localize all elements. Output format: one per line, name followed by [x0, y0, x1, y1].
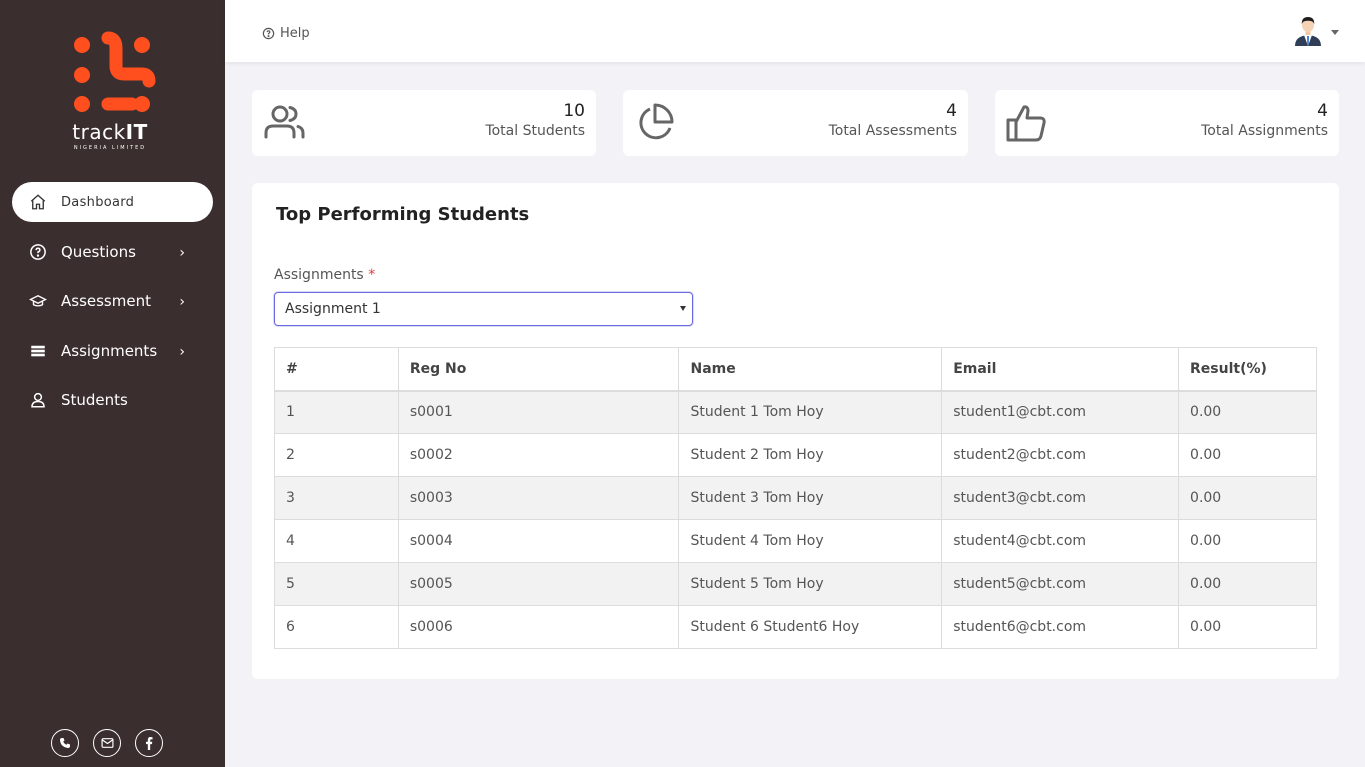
table-cell: student3@cbt.com — [941, 476, 1180, 520]
sidebar-item-label: Assignments — [61, 341, 158, 360]
stat-card-students: 10 Total Students — [252, 90, 596, 156]
column-header[interactable]: Email — [941, 347, 1180, 392]
mail-icon[interactable] — [93, 729, 121, 757]
logo-subtitle: NIGERIA LIMITED — [73, 145, 147, 151]
stat-value: 4 — [946, 101, 957, 121]
chevron-right-icon: › — [179, 244, 185, 261]
column-header[interactable]: Name — [678, 347, 943, 392]
graduation-cap-icon — [28, 291, 48, 311]
sidebar-item-label: Dashboard — [61, 194, 135, 210]
table-row[interactable]: 1 s0001 Student 1 Tom Hoy student1@cbt.c… — [274, 390, 1317, 434]
table-row[interactable]: 3 s0003 Student 3 Tom Hoy student3@cbt.c… — [274, 476, 1317, 520]
table-cell: s0001 — [397, 390, 680, 434]
assignments-field-label: Assignments * — [274, 267, 376, 283]
sidebar-item-assessment[interactable]: Assessment › — [0, 281, 225, 321]
sidebar-item-questions[interactable]: Questions › — [0, 232, 225, 272]
column-header[interactable]: # — [274, 347, 399, 392]
sidebar-nav: Dashboard Questions › Assessment › Assig… — [0, 182, 225, 430]
stat-card-assignments: 4 Total Assignments — [995, 90, 1339, 156]
table-cell: 0.00 — [1178, 390, 1317, 434]
topbar: Help — [225, 0, 1365, 62]
stat-card-assessments: 4 Total Assessments — [623, 90, 968, 156]
thumbs-up-icon — [1005, 101, 1049, 145]
table-cell: Student 3 Tom Hoy — [678, 476, 943, 520]
panel-title: Top Performing Students — [276, 204, 530, 225]
table-cell: student5@cbt.com — [941, 562, 1180, 606]
table-cell: Student 2 Tom Hoy — [678, 433, 943, 477]
table-row[interactable]: 5 s0005 Student 5 Tom Hoy student5@cbt.c… — [274, 562, 1317, 606]
stat-label: Total Assessments — [828, 123, 957, 139]
table-cell: 4 — [274, 519, 399, 563]
column-header[interactable]: Result(%) — [1178, 347, 1317, 392]
table-cell: s0002 — [397, 433, 680, 477]
table-row[interactable]: 6 s0006 Student 6 Student6 Hoy student6@… — [274, 605, 1317, 649]
table-cell: student6@cbt.com — [941, 605, 1180, 649]
table-header-row: # Reg No Name Email Result(%) — [274, 347, 1317, 392]
logo-text: trackIT — [72, 120, 148, 144]
table-cell: 0.00 — [1178, 562, 1317, 606]
users-outline-icon — [262, 101, 306, 145]
assignment-select-value: Assignment 1 — [285, 301, 381, 317]
table-cell: s0003 — [397, 476, 680, 520]
question-circle-icon — [28, 242, 48, 262]
table-cell: 2 — [274, 433, 399, 477]
pie-chart-icon — [633, 101, 677, 145]
help-link[interactable]: Help — [262, 26, 310, 41]
sidebar-item-label: Students — [61, 391, 128, 409]
social-links — [51, 729, 163, 757]
table-cell: 1 — [274, 390, 399, 434]
table-cell: Student 5 Tom Hoy — [678, 562, 943, 606]
chevron-down-icon — [680, 306, 686, 311]
table-cell: 0.00 — [1178, 476, 1317, 520]
table-cell: 0.00 — [1178, 519, 1317, 563]
sidebar-item-label: Questions — [61, 242, 136, 261]
table-cell: 5 — [274, 562, 399, 606]
assignment-select[interactable]: Assignment 1 — [274, 292, 693, 326]
table-cell: student4@cbt.com — [941, 519, 1180, 563]
stat-label: Total Students — [485, 123, 585, 139]
top-students-panel: Top Performing Students Assignments * As… — [252, 183, 1339, 679]
table-cell: student2@cbt.com — [941, 433, 1180, 477]
stat-value: 4 — [1317, 101, 1328, 121]
sidebar-item-assignments[interactable]: Assignments › — [0, 331, 225, 371]
table-cell: 0.00 — [1178, 433, 1317, 477]
table-cell: Student 1 Tom Hoy — [678, 390, 943, 434]
sidebar: trackIT NIGERIA LIMITED Dashboard Questi… — [0, 0, 225, 767]
sidebar-item-dashboard[interactable]: Dashboard — [12, 182, 213, 222]
user-avatar-icon[interactable] — [1292, 14, 1324, 46]
table-cell: s0006 — [397, 605, 680, 649]
help-label: Help — [280, 26, 310, 41]
table-cell: 6 — [274, 605, 399, 649]
facebook-icon[interactable] — [135, 729, 163, 757]
logo-mark-icon — [74, 31, 156, 112]
table-cell: s0005 — [397, 562, 680, 606]
question-circle-icon — [262, 27, 275, 40]
required-mark: * — [368, 267, 376, 283]
column-header[interactable]: Reg No — [397, 347, 680, 392]
table-cell: 0.00 — [1178, 605, 1317, 649]
stack-icon — [28, 341, 48, 361]
students-table: # Reg No Name Email Result(%) 1 s0001 St… — [274, 347, 1317, 649]
table-cell: 3 — [274, 476, 399, 520]
table-cell: Student 6 Student6 Hoy — [678, 605, 943, 649]
sidebar-item-students[interactable]: Students — [0, 380, 225, 420]
chevron-right-icon: › — [179, 343, 185, 360]
stat-label: Total Assignments — [1201, 123, 1328, 139]
table-cell: Student 4 Tom Hoy — [678, 519, 943, 563]
trackit-logo[interactable]: trackIT NIGERIA LIMITED — [60, 30, 160, 160]
users-icon — [28, 390, 48, 410]
table-cell: s0004 — [397, 519, 680, 563]
chevron-right-icon: › — [179, 294, 185, 310]
table-row[interactable]: 2 s0002 Student 2 Tom Hoy student2@cbt.c… — [274, 433, 1317, 477]
stat-value: 10 — [563, 101, 585, 121]
phone-icon[interactable] — [51, 729, 79, 757]
table-row[interactable]: 4 s0004 Student 4 Tom Hoy student4@cbt.c… — [274, 519, 1317, 563]
sidebar-item-label: Assessment — [61, 292, 151, 310]
home-icon — [28, 192, 48, 212]
table-cell: student1@cbt.com — [941, 390, 1180, 434]
chevron-down-icon[interactable] — [1331, 30, 1339, 35]
